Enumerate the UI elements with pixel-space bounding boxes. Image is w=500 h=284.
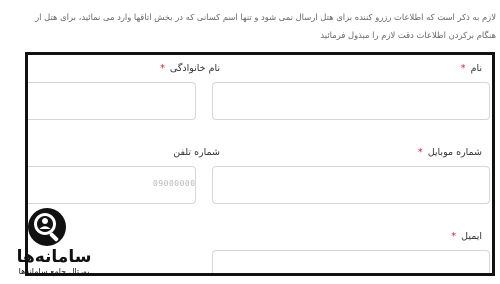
notice-line-1: لازم به ذکر است که اطلاعات رزرو کننده بر…	[35, 12, 496, 22]
required-mark: *	[451, 231, 457, 242]
booking-notice: لازم به ذکر است که اطلاعات رزرو کننده بر…	[0, 8, 500, 46]
email-label-text: ایمیل	[461, 231, 482, 242]
mobile-label-text: شماره موبایل	[427, 147, 482, 158]
search-person-icon	[28, 208, 66, 246]
watermark-subtitle: پورتال جامع سامانه‌ها	[18, 267, 90, 276]
watermark-title: سامانه‌ها	[16, 247, 92, 267]
email-input[interactable]	[212, 250, 490, 273]
mobile-label: شماره موبایل *	[418, 147, 482, 158]
samanehha-watermark: سامانه‌ها پورتال جامع سامانه‌ها	[10, 207, 98, 279]
required-mark: *	[160, 63, 165, 74]
phone-placeholder: 09000000	[153, 179, 196, 188]
last-name-input[interactable]	[28, 82, 196, 120]
first-name-input[interactable]	[212, 82, 490, 120]
first-name-label-text: نام	[470, 63, 482, 74]
required-mark: *	[460, 63, 466, 74]
last-name-label-text: نام خانوادگی	[169, 63, 220, 74]
phone-label: شماره تلفن	[173, 147, 220, 158]
email-label: ایمیل *	[451, 231, 482, 242]
last-name-label: نام خانوادگی *	[160, 63, 220, 74]
phone-label-text: شماره تلفن	[173, 147, 220, 158]
required-mark: *	[417, 147, 423, 158]
notice-line-2: هنگام برکردن اطلاعات دقت لازم را مبذول ف…	[320, 30, 496, 40]
phone-input[interactable]: 09000000	[28, 166, 196, 204]
first-name-label: نام *	[461, 63, 482, 74]
mobile-input[interactable]	[212, 166, 490, 204]
